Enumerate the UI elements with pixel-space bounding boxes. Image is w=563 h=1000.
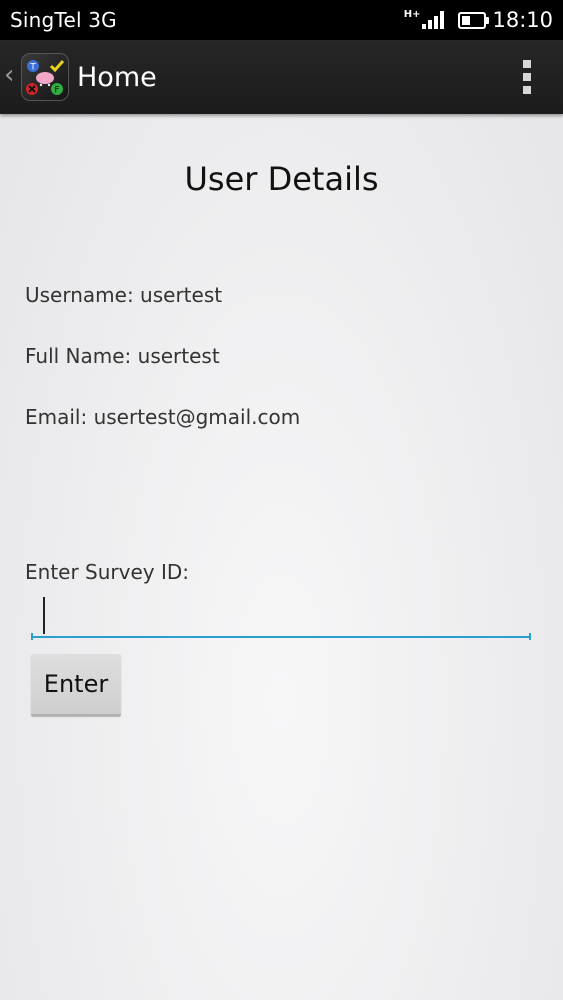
username-text: Username: usertest (25, 283, 223, 307)
input-underline-right-tick (529, 633, 531, 640)
text-cursor (43, 597, 45, 634)
more-vertical-icon[interactable] (523, 60, 531, 94)
full-name-text: Full Name: usertest (25, 344, 220, 368)
survey-app-icon[interactable]: T F (21, 53, 69, 101)
status-bar: SingTel 3G H+ 18:10 (0, 0, 563, 40)
survey-id-label: Enter Survey ID: (25, 560, 190, 584)
input-underline-left-tick (31, 633, 33, 640)
status-indicators: H+ 18:10 (404, 6, 553, 34)
page-title: User Details (184, 160, 379, 198)
email-text: Email: usertest@gmail.com (25, 405, 301, 429)
app-logo-graphic: T F (26, 60, 65, 96)
svg-text:T: T (29, 63, 36, 73)
chevron-left-icon[interactable]: ‹ (4, 62, 14, 88)
enter-button[interactable]: Enter (31, 654, 121, 716)
svg-text:F: F (54, 86, 59, 96)
battery-icon (458, 11, 490, 29)
action-bar-title: Home (77, 62, 157, 93)
action-bar: ‹ T F Home (0, 40, 563, 114)
survey-id-input[interactable] (31, 590, 531, 638)
network-type-label: H+ (403, 8, 421, 20)
carrier-name: SingTel 3G (10, 8, 117, 32)
signal-icon (422, 11, 446, 29)
clock: 18:10 (492, 8, 553, 32)
battery-fill (462, 15, 471, 25)
